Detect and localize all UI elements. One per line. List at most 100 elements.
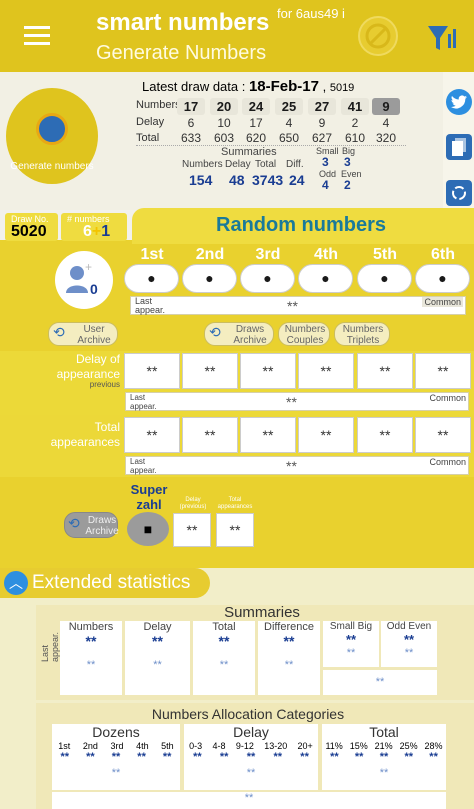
- numbers-count-tab[interactable]: # numbers 6+1: [61, 213, 127, 241]
- ext-col-label: Small Big: [329, 621, 373, 632]
- draw-number: 17: [177, 98, 205, 115]
- draw-number: 24: [242, 98, 270, 115]
- random-ball-slot[interactable]: ●: [182, 264, 237, 293]
- sum-total-label: Total: [255, 159, 277, 170]
- random-ball-slot[interactable]: ●: [124, 264, 179, 293]
- ext-col-last: **: [153, 659, 162, 671]
- random-ball-slot[interactable]: ●: [415, 264, 470, 293]
- recycle-icon[interactable]: [446, 180, 472, 206]
- alloc-value: **: [330, 751, 339, 763]
- alloc-last: **: [379, 767, 389, 779]
- ext-col-value: **: [152, 633, 163, 649]
- sum-big-value: 3: [344, 155, 351, 169]
- random-ball-slot[interactable]: ●: [298, 264, 353, 293]
- last-appear-strip: Last appear. ** Common: [130, 296, 466, 315]
- delay-section-label: Delay of appearance: [56, 352, 120, 381]
- svg-text:+: +: [85, 260, 92, 274]
- alloc-value: **: [379, 751, 389, 763]
- alloc-value: **: [404, 751, 414, 763]
- draw-no-value: 5020: [11, 223, 47, 240]
- common-label: Common: [422, 297, 463, 307]
- summaries-title: Summaries: [221, 146, 277, 158]
- draw-number: 20: [210, 98, 238, 115]
- ext-col-label: Delay: [143, 621, 172, 633]
- random-ball-slot[interactable]: ●: [240, 264, 295, 293]
- total-box: **: [415, 417, 471, 453]
- app-title: smart numbers: [96, 9, 270, 36]
- delay-box: **: [124, 353, 180, 389]
- common-label: Common: [429, 393, 466, 403]
- copy-icon[interactable]: [446, 134, 472, 160]
- delay-value: 17: [249, 116, 263, 130]
- total-box: **: [240, 417, 296, 453]
- random-ball-slot[interactable]: ●: [357, 264, 412, 293]
- alloc-value: **: [137, 751, 146, 763]
- super-ball[interactable]: ■: [127, 512, 169, 546]
- app-header: smart numbers for 6aus49 i Generate Numb…: [0, 0, 474, 72]
- delay-section-sub: previous: [89, 380, 120, 389]
- position-label: 1st: [140, 246, 164, 263]
- no-sign-icon[interactable]: [358, 16, 398, 56]
- draw-super-number: 9: [372, 98, 400, 115]
- alloc-col: 4-8: [212, 741, 226, 751]
- alloc-value: **: [219, 751, 229, 763]
- ext-col-last: **: [404, 647, 414, 659]
- draws-archive-label: Draws Archive: [233, 324, 267, 346]
- total-value: 603: [213, 131, 235, 145]
- common-label: Common: [429, 457, 466, 467]
- user-archive-button[interactable]: ⟲ User Archive: [48, 322, 118, 346]
- generate-numbers-button[interactable]: Generate numbers: [6, 88, 98, 184]
- user-button[interactable]: + 0: [55, 251, 113, 309]
- extended-header[interactable]: ︿ Extended statistics: [0, 568, 210, 598]
- triplets-label: Numbers Triplets: [342, 324, 384, 346]
- super-total-label: Total appearances: [217, 497, 253, 510]
- alloc-col: 15%: [349, 741, 368, 751]
- ext-col-label: Odd Even: [386, 621, 432, 632]
- total-box: **: [124, 417, 180, 453]
- delay-box: **: [240, 353, 296, 389]
- menu-icon[interactable]: [24, 26, 50, 46]
- delay-row-label: Delay: [136, 116, 165, 128]
- alloc-col: 4th: [136, 741, 149, 751]
- sum-even-value: 2: [344, 178, 351, 192]
- ext-col-value: **: [85, 633, 97, 649]
- position-label: 3rd: [255, 246, 281, 263]
- delay-title: Delay: [233, 724, 269, 740]
- numbers-couples-button[interactable]: Numbers Couples: [278, 322, 330, 346]
- ext-col-value: **: [345, 632, 357, 647]
- total-value: 650: [278, 131, 300, 145]
- alloc-value: **: [60, 751, 70, 763]
- latest-draw-date: 18-Feb-17: [248, 78, 319, 95]
- total-box: **: [182, 417, 238, 453]
- screen-subtitle: Generate Numbers: [96, 42, 267, 64]
- total-value: 610: [344, 131, 366, 145]
- main-count: 6: [83, 223, 92, 240]
- ext-summary-col: Odd Even ** **: [381, 621, 437, 667]
- ext-col-value: **: [283, 633, 295, 649]
- couples-label: Numbers Couples: [284, 324, 326, 346]
- position-label: 2nd: [195, 246, 225, 263]
- alloc-col: 1st: [58, 741, 71, 751]
- user-archive-label: User Archive: [77, 324, 111, 346]
- alloc-col: 21%: [374, 741, 393, 751]
- alloc-value: **: [193, 751, 202, 763]
- last-appear-value: **: [287, 298, 298, 314]
- latest-draw-sep: ,: [318, 79, 330, 94]
- latest-draw-line: Latest draw data : 18-Feb-17 , 5019: [142, 78, 354, 95]
- alloc-col: 0-3: [189, 741, 203, 751]
- filter-icon[interactable]: [424, 20, 460, 56]
- twitter-icon[interactable]: [446, 89, 472, 115]
- last-appear-label: Last appear.: [130, 393, 157, 411]
- alloc-value: **: [300, 751, 309, 763]
- chevron-up-icon[interactable]: ︿: [4, 571, 28, 595]
- draws-archive-button[interactable]: ⟲ Draws Archive: [204, 322, 274, 346]
- super-draws-archive-button[interactable]: ⟲ Draws Archive: [64, 512, 119, 538]
- numbers-triplets-button[interactable]: Numbers Triplets: [334, 322, 390, 346]
- alloc-col: 9-12: [235, 741, 254, 751]
- extra-count: 1: [101, 223, 111, 240]
- delay-value: 9: [318, 116, 326, 130]
- total-section-label: Total appearances: [50, 420, 120, 449]
- ext-smallbig-last: **: [323, 670, 437, 695]
- lottery-selector[interactable]: for 6aus49 i: [277, 7, 347, 21]
- history-icon: ⟲: [209, 324, 221, 340]
